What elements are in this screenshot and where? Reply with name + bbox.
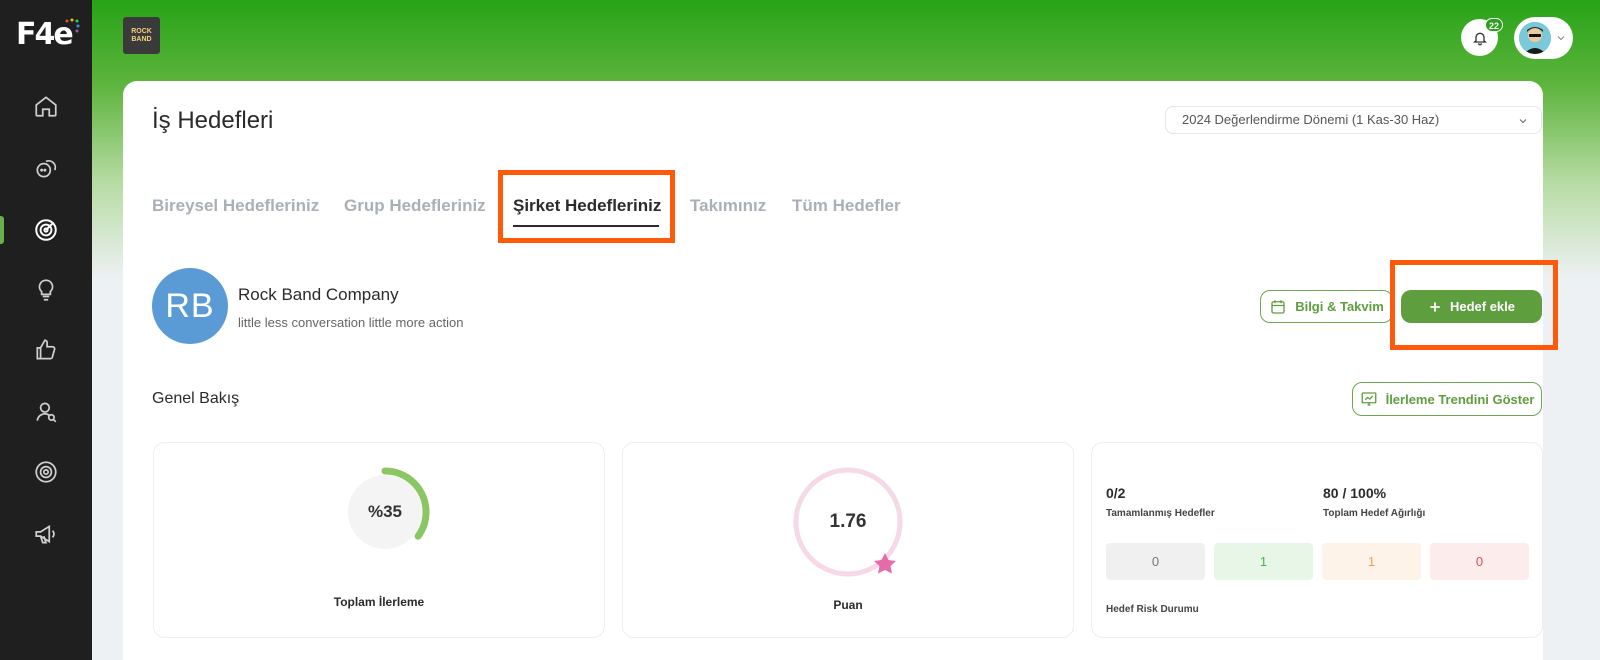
show-trend-button[interactable]: İlerleme Trendini Göster xyxy=(1352,382,1542,416)
tab-group-goals[interactable]: Grup Hedefleriniz xyxy=(344,196,486,216)
risk-status-label: Hedef Risk Durumu xyxy=(1106,604,1199,615)
period-select-value: 2024 Değerlendirme Dönemi (1 Kas-30 Haz) xyxy=(1182,112,1440,127)
chevron-down-icon xyxy=(1557,36,1565,41)
score-ring: 1.76 xyxy=(791,465,905,579)
tab-individual-goals[interactable]: Bireysel Hedefleriniz xyxy=(152,196,319,216)
notification-count-badge: 22 xyxy=(1485,18,1504,32)
progress-value: %35 xyxy=(367,502,403,521)
period-select[interactable]: 2024 Değerlendirme Dönemi (1 Kas-30 Haz) xyxy=(1165,106,1542,134)
user-avatar xyxy=(1519,22,1551,54)
nav-recognition[interactable] xyxy=(0,330,92,370)
user-menu-button[interactable] xyxy=(1514,17,1573,59)
score-label: Puan xyxy=(833,598,863,612)
show-trend-label: İlerleme Trendini Göster xyxy=(1385,391,1535,407)
nav-people[interactable] xyxy=(0,392,92,432)
page-title: İş Hedefleri xyxy=(152,107,274,134)
logo-dots-icon xyxy=(65,18,80,33)
nav-home[interactable] xyxy=(0,86,92,126)
risk-box-low[interactable]: 1 xyxy=(1214,543,1313,580)
home-icon xyxy=(35,96,57,117)
nav-goals[interactable] xyxy=(0,210,92,250)
risk-box-medium[interactable]: 1 xyxy=(1322,543,1421,580)
lightbulb-icon xyxy=(38,279,54,301)
chat-bubbles-icon xyxy=(36,160,57,178)
megaphone-icon xyxy=(35,524,55,544)
company-thumb-text: ROCK BAND xyxy=(131,27,152,43)
user-search-icon xyxy=(36,402,57,423)
company-avatar: RB xyxy=(152,268,228,344)
tab-all-goals[interactable]: Tüm Hedefler xyxy=(792,196,901,216)
risk-box-neutral[interactable]: 0 xyxy=(1106,543,1205,580)
gear-icon xyxy=(35,461,57,483)
score-card: 1.76 Puan xyxy=(622,442,1074,638)
bell-icon xyxy=(1472,32,1487,45)
overview-title: Genel Bakış xyxy=(152,390,240,407)
company-motto: little less conversation little more act… xyxy=(238,315,464,330)
nav-feedback[interactable] xyxy=(0,148,92,188)
highlight-box-add-goal xyxy=(1390,260,1558,350)
total-progress-card: %35 Toplam İlerleme xyxy=(153,442,605,638)
company-logo-thumbnail[interactable]: ROCK BAND xyxy=(123,17,160,54)
goal-weight-label: Toplam Hedef Ağırlığı xyxy=(1323,508,1426,519)
info-calendar-label: Bilgi & Takvim xyxy=(1295,299,1384,314)
thumbs-up-icon xyxy=(36,339,56,360)
sidebar: F4e xyxy=(0,0,92,660)
calendar-icon xyxy=(1271,299,1285,314)
progress-donut: %35 xyxy=(340,467,430,557)
trend-chart-icon xyxy=(1361,392,1377,406)
info-calendar-button[interactable]: Bilgi & Takvim xyxy=(1260,290,1393,323)
company-name: Rock Band Company xyxy=(238,285,399,304)
nav-development[interactable] xyxy=(0,270,92,310)
tab-your-team[interactable]: Takımınız xyxy=(690,196,766,216)
nav-settings[interactable] xyxy=(0,452,92,492)
score-value: 1.76 xyxy=(829,511,867,532)
target-icon xyxy=(35,219,57,241)
progress-label: Toplam İlerleme xyxy=(333,595,425,609)
completed-goals-label: Tamamlanmış Hedefler xyxy=(1106,508,1215,519)
app-logo[interactable]: F4e xyxy=(16,18,80,52)
nav-announcements[interactable] xyxy=(0,514,92,554)
goal-weight-value: 80 / 100% xyxy=(1323,485,1387,501)
risk-box-high[interactable]: 0 xyxy=(1430,543,1529,580)
completed-goals-value: 0/2 xyxy=(1106,485,1126,501)
user-avatar-icon xyxy=(1519,22,1551,54)
highlight-box-tab xyxy=(498,170,675,243)
chevron-down-icon xyxy=(1519,119,1527,124)
